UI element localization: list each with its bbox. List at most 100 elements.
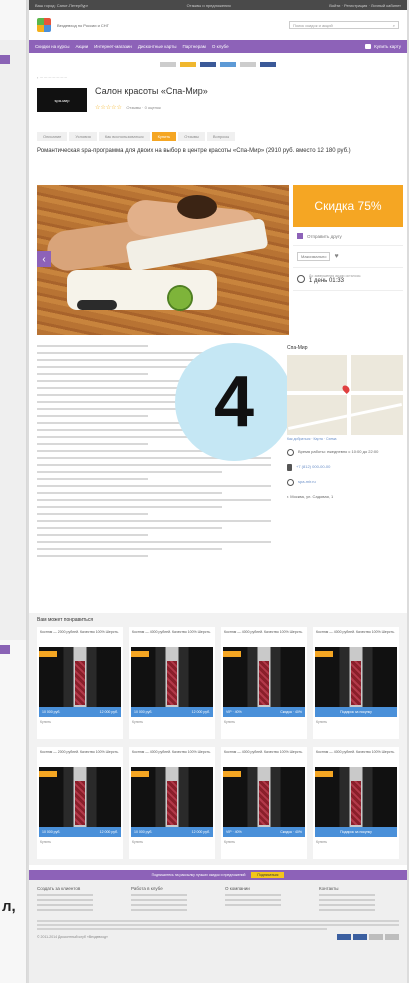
social-share-row bbox=[29, 58, 407, 70]
store-reviews[interactable]: Отзывы · 0 оценок bbox=[126, 105, 160, 110]
deal-card[interactable]: Костюм — 4000 рублей. Качество 100% Шерс… bbox=[313, 747, 399, 859]
tab[interactable]: Описание bbox=[37, 132, 68, 141]
tab[interactable]: Вопросы bbox=[206, 132, 236, 141]
card-text: Костюм — 4000 рублей. Качество 100% Шерс… bbox=[132, 630, 211, 634]
payment-icon bbox=[337, 934, 351, 940]
tab[interactable]: Отзывы bbox=[178, 132, 205, 141]
footer-column: Создать за клиентов bbox=[37, 886, 117, 914]
share-button[interactable] bbox=[200, 61, 216, 67]
discount-badge: Скидка 75% bbox=[293, 185, 403, 227]
card-price: 10 000 руб. 12 000 руб. bbox=[131, 827, 213, 837]
gift-label: Отправить другу bbox=[307, 233, 342, 239]
timer-value: 1 день 01:33 bbox=[309, 278, 344, 284]
payment-icon bbox=[369, 934, 383, 940]
nav-item[interactable]: Партнерам bbox=[183, 44, 206, 49]
site-logo[interactable] bbox=[37, 18, 51, 32]
rating-stars[interactable]: ☆☆☆☆☆ bbox=[95, 105, 122, 111]
map-links[interactable]: Как добраться · Карта · Схема bbox=[287, 437, 403, 441]
share-button[interactable] bbox=[160, 61, 176, 67]
deal-card[interactable]: Костюм — 4000 рублей. Качество 100% Шерс… bbox=[221, 627, 307, 739]
footer-heading: О компании bbox=[225, 886, 250, 891]
phone-number[interactable]: +7 (812) 000-00-00 bbox=[296, 464, 330, 469]
account-links[interactable]: Войти · Регистрация · Личный кабинет bbox=[329, 3, 401, 8]
prev-photo-arrow-icon[interactable]: ‹ bbox=[37, 251, 51, 267]
website-link[interactable]: spa-mir.ru bbox=[298, 479, 316, 484]
card-image bbox=[315, 767, 397, 827]
share-button[interactable] bbox=[260, 61, 276, 67]
tab[interactable]: Условия bbox=[69, 132, 97, 141]
nav-item[interactable]: О клубе bbox=[212, 44, 229, 49]
globe-icon bbox=[287, 479, 294, 486]
gift-row[interactable]: Отправить другу bbox=[293, 227, 403, 246]
card-buy-link[interactable]: Купить bbox=[37, 837, 123, 847]
search-placeholder: Поиск скидок и акций bbox=[293, 22, 333, 28]
search-input[interactable]: Поиск скидок и акций ⌕ bbox=[289, 21, 399, 29]
deal-card[interactable]: Костюм — 4000 рублей. Качество 100% Шерс… bbox=[313, 627, 399, 739]
card-buy-link[interactable]: Купить bbox=[129, 837, 215, 847]
footer-heading: Создать за клиентов bbox=[37, 886, 81, 891]
site-footer: Создать за клиентов Работа в клубе О ком… bbox=[29, 880, 407, 983]
card-text: Костюм — 4000 рублей. Качество 100% Шерс… bbox=[224, 750, 303, 754]
prev-page-nav-marker bbox=[0, 645, 10, 654]
subscribe-button[interactable]: Подписаться bbox=[251, 872, 285, 878]
footer-heading: Контакты bbox=[319, 886, 339, 891]
share-button[interactable] bbox=[240, 61, 256, 67]
deal-card[interactable]: Костюм — 2000 рублей. Качество 100% Шерс… bbox=[37, 747, 123, 859]
card-image bbox=[315, 647, 397, 707]
buy-card-button[interactable]: Купить карту bbox=[365, 44, 401, 49]
site-header: Вездевход по России и СНГ Поиск скидок и… bbox=[29, 10, 407, 40]
share-button[interactable] bbox=[180, 61, 196, 67]
footer-heading: Работа в клубе bbox=[131, 886, 163, 891]
feedback-link[interactable]: Отзывы и предложения bbox=[187, 3, 231, 8]
subscribe-text: Подпишитесь на рассылку лучших скидок и … bbox=[151, 873, 246, 877]
card-buy-link[interactable]: Купить bbox=[221, 837, 307, 847]
card-price: 10 000 руб. 12 000 руб. bbox=[131, 707, 213, 717]
location-column: Спа-Мир Как добраться · Карта · Схема Вр… bbox=[287, 345, 403, 499]
option-row: Максимально ♥ bbox=[293, 246, 403, 268]
footer-column: Работа в клубе bbox=[131, 886, 211, 914]
address-row: г. Москва, ул. Садовая, 1 bbox=[287, 494, 403, 499]
opening-hours: Время работы: ежедневно с 10:00 до 22:00 bbox=[298, 449, 379, 454]
card-image bbox=[39, 767, 121, 827]
previous-page-slice: л, bbox=[0, 0, 27, 983]
card-buy-link[interactable]: Купить bbox=[129, 717, 215, 727]
deal-photo: ‹ bbox=[37, 185, 289, 335]
address: г. Москва, ул. Садовая, 1 bbox=[287, 494, 334, 499]
card-text: Костюм — 2000 рублей. Качество 100% Шерс… bbox=[40, 750, 119, 754]
timer-row: До завершения акции осталось: 1 день 01:… bbox=[293, 268, 403, 291]
search-icon[interactable]: ⌕ bbox=[393, 23, 395, 28]
nav-item[interactable]: Дисконтные карты bbox=[138, 44, 177, 49]
gift-icon bbox=[297, 233, 303, 239]
tab[interactable]: Как воспользоваться bbox=[98, 132, 150, 141]
deal-card[interactable]: Костюм — 4000 рублей. Качество 100% Шерс… bbox=[221, 747, 307, 859]
phone-row: +7 (812) 000-00-00 bbox=[287, 464, 403, 471]
heart-icon[interactable]: ♥ bbox=[334, 253, 338, 260]
main-nav: Скидки на курсы Акции Интернет-магазин Д… bbox=[29, 40, 407, 53]
top-bar: Ваш город: Санкт-Петербург Отзывы и пред… bbox=[29, 0, 407, 10]
deal-card[interactable]: Костюм — 4000 рублей. Качество 100% Шерс… bbox=[129, 627, 215, 739]
buy-card-label: Купить карту bbox=[374, 44, 401, 49]
copyright: © 2011-2014 Дисконтный клуб «Вездевход» bbox=[37, 935, 108, 939]
card-price: 10 000 руб. 12 000 руб. bbox=[39, 707, 121, 717]
store-logo[interactable]: spa-мир bbox=[37, 88, 87, 112]
card-buy-link[interactable]: Купить bbox=[37, 717, 123, 727]
card-price: VIP · 40% Скидка · 40% bbox=[223, 827, 305, 837]
card-buy-link[interactable]: Купить bbox=[313, 837, 399, 847]
location-map[interactable] bbox=[287, 355, 403, 435]
store-name: Салон красоты «Спа-Мир» bbox=[95, 86, 208, 96]
recommendation-grid: Костюм — 2000 рублей. Качество 100% Шерс… bbox=[29, 627, 407, 859]
nav-item[interactable]: Скидки на курсы bbox=[35, 44, 70, 49]
store-block: spa-мир Салон красоты «Спа-Мир» ☆☆☆☆☆ От… bbox=[29, 80, 407, 120]
option-select[interactable]: Максимально bbox=[297, 252, 331, 261]
city-selector[interactable]: Ваш город: Санкт-Петербург bbox=[35, 3, 88, 8]
card-text: Костюм — 2000 рублей. Качество 100% Шерс… bbox=[40, 630, 119, 634]
card-text: Костюм — 4000 рублей. Качество 100% Шерс… bbox=[316, 750, 395, 754]
tab-active[interactable]: Купить bbox=[151, 132, 177, 141]
card-buy-link[interactable]: Купить bbox=[221, 717, 307, 727]
share-button[interactable] bbox=[220, 61, 236, 67]
card-buy-link[interactable]: Купить bbox=[313, 717, 399, 727]
deal-card[interactable]: Костюм — 4000 рублей. Качество 100% Шерс… bbox=[129, 747, 215, 859]
nav-item[interactable]: Интернет-магазин bbox=[94, 44, 132, 49]
nav-item[interactable]: Акции bbox=[76, 44, 89, 49]
deal-card[interactable]: Костюм — 2000 рублей. Качество 100% Шерс… bbox=[37, 627, 123, 739]
